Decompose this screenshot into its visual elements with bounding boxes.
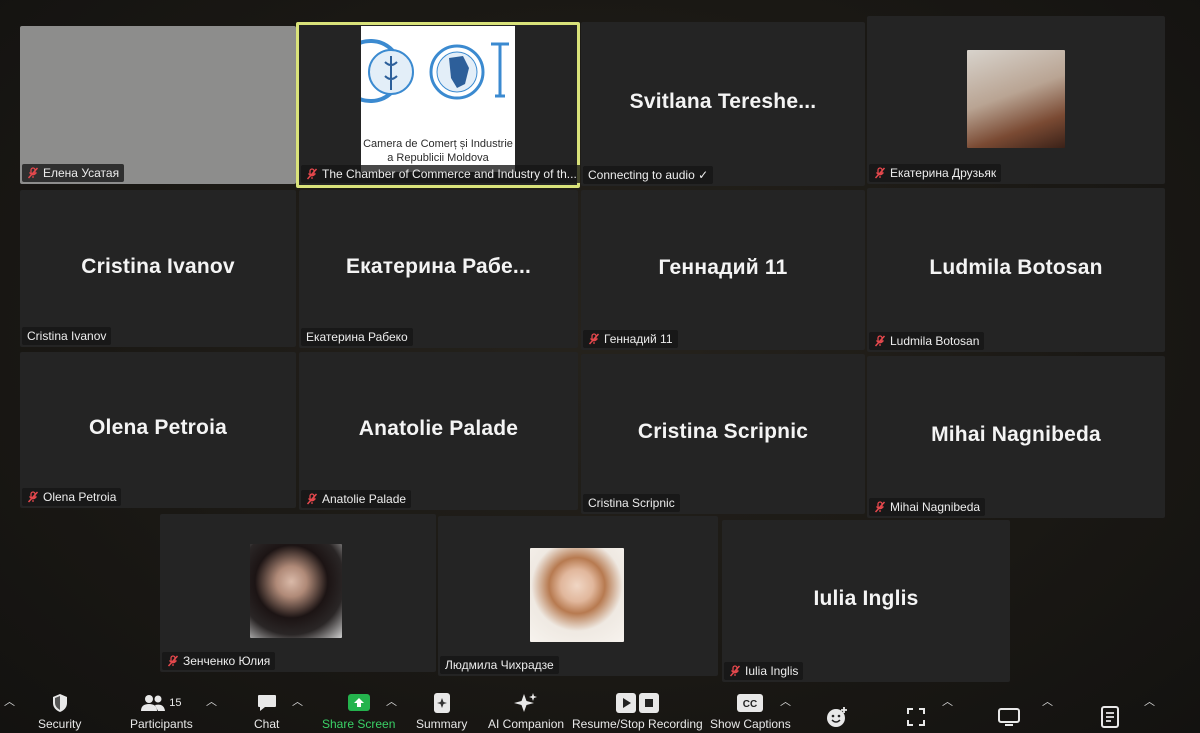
play-icon bbox=[615, 693, 636, 713]
video-tile-cristina-scripnic[interactable]: Cristina Scripnic Cristina Scripnic bbox=[581, 354, 865, 514]
shield-icon bbox=[52, 694, 67, 712]
share-screen-button[interactable]: Share Screen bbox=[322, 692, 395, 731]
closed-captions-icon: CC bbox=[737, 694, 764, 712]
video-tile-ludmila-ch[interactable]: Людмила Чихрадзе bbox=[438, 516, 718, 676]
chamber-logo-text: Camera de Comerț și Industrie a Republic… bbox=[363, 138, 513, 164]
notes-icon bbox=[1101, 706, 1119, 728]
mic-muted-icon bbox=[874, 501, 886, 513]
summary-icon bbox=[433, 693, 450, 713]
chevron-up-icon[interactable]: ︿ bbox=[292, 693, 303, 709]
name-label: Екатерина Друзьяк bbox=[869, 164, 1002, 182]
fullscreen-icon bbox=[907, 708, 925, 726]
participant-name: Iulia Inglis bbox=[813, 587, 919, 611]
ai-companion-button[interactable]: AI Companion bbox=[488, 692, 564, 731]
participant-name: Ludmila Botosan bbox=[929, 256, 1103, 280]
participant-name: Екатерина Рабе... bbox=[345, 255, 532, 279]
chat-icon bbox=[257, 695, 276, 711]
view-button[interactable] bbox=[906, 706, 926, 731]
name-label: Людмила Чихрадзе bbox=[440, 656, 559, 674]
chevron-up-icon[interactable]: ︿ bbox=[942, 693, 953, 709]
video-tile-anatolie[interactable]: Anatolie Palade Anatolie Palade bbox=[299, 352, 578, 510]
mic-muted-icon bbox=[306, 168, 318, 180]
participant-name: Anatolie Palade bbox=[358, 417, 519, 441]
avatar bbox=[967, 50, 1065, 148]
chevron-up-icon[interactable]: ︿ bbox=[206, 693, 217, 709]
security-button[interactable]: Security bbox=[38, 692, 81, 731]
name-label: The Chamber of Commerce and Industry of … bbox=[301, 165, 580, 183]
chamber-logo-icon bbox=[338, 39, 509, 103]
participants-button[interactable]: 15 Participants bbox=[130, 692, 193, 731]
chevron-up-icon[interactable]: ︿ bbox=[780, 693, 791, 709]
avatar bbox=[530, 548, 624, 642]
svg-text:CC: CC bbox=[743, 699, 757, 710]
video-tile-ekaterina-d[interactable]: Екатерина Друзьяк bbox=[867, 16, 1165, 184]
meeting-toolbar: ︿ Security 15 Participants ︿ Chat ︿ Shar… bbox=[0, 687, 1200, 733]
mic-muted-icon bbox=[27, 491, 39, 503]
mic-muted-icon bbox=[27, 167, 39, 179]
name-label: Olena Petroia bbox=[22, 488, 122, 506]
notes-button[interactable] bbox=[1100, 706, 1120, 731]
chat-button[interactable]: Chat bbox=[254, 692, 279, 731]
avatar bbox=[250, 544, 342, 638]
video-tile-ekaterina-r[interactable]: Екатерина Рабе... Екатерина Рабеко bbox=[299, 190, 578, 348]
participant-name: Svitlana Tereshe... bbox=[629, 90, 817, 114]
participant-name: Cristina Scripnic bbox=[637, 420, 809, 444]
mic-muted-icon bbox=[729, 665, 741, 677]
name-label: Cristina Ivanov bbox=[22, 327, 112, 345]
chevron-up-icon[interactable]: ︿ bbox=[1144, 693, 1155, 709]
reactions-button[interactable] bbox=[826, 706, 848, 731]
mic-muted-icon bbox=[874, 335, 886, 347]
name-label: Елена Усатая bbox=[22, 164, 125, 182]
video-tile-iulia[interactable]: Iulia Inglis Iulia Inglis bbox=[722, 520, 1010, 682]
video-tile-svitlana[interactable]: Svitlana Tereshe... Connecting to audio … bbox=[581, 22, 865, 186]
chevron-up-icon[interactable]: ︿ bbox=[386, 693, 397, 709]
name-label: Anatolie Palade bbox=[301, 490, 412, 508]
mic-muted-icon bbox=[167, 655, 179, 667]
mic-muted-icon bbox=[874, 167, 886, 179]
chamber-logo: Camera de Comerț și Industrie a Republic… bbox=[338, 26, 515, 172]
video-tile-gennadiy[interactable]: Геннадий 11 Геннадий 11 bbox=[581, 190, 865, 350]
chevron-up-icon[interactable]: ︿ bbox=[1042, 693, 1053, 709]
monitor-icon bbox=[998, 708, 1020, 726]
stop-icon bbox=[638, 693, 659, 713]
video-tile-olena[interactable]: Olena Petroia Olena Petroia bbox=[20, 352, 296, 508]
video-tile-zenchenko[interactable]: Зенченко Юлия bbox=[160, 514, 436, 672]
participants-icon bbox=[141, 695, 166, 711]
name-label: Геннадий 11 bbox=[583, 330, 678, 348]
screen-button[interactable] bbox=[998, 706, 1020, 731]
participants-count: 15 bbox=[169, 697, 182, 709]
video-tile-cristina-ivanov[interactable]: Cristina Ivanov Cristina Ivanov bbox=[20, 190, 296, 347]
name-label: Mihai Nagnibeda bbox=[869, 498, 986, 516]
mic-muted-icon bbox=[306, 493, 318, 505]
participant-name: Mihai Nagnibeda bbox=[931, 423, 1101, 447]
summary-button[interactable]: Summary bbox=[416, 692, 467, 731]
captions-button[interactable]: CC Show Captions bbox=[710, 692, 791, 731]
mic-muted-icon bbox=[588, 333, 600, 345]
video-tile-mihai[interactable]: Mihai Nagnibeda Mihai Nagnibeda bbox=[867, 356, 1165, 518]
name-label: Зенченко Юлия bbox=[162, 652, 276, 670]
audio-status-label: Connecting to audio ✓ bbox=[583, 166, 714, 184]
ai-sparkle-icon bbox=[514, 693, 538, 712]
video-tile-ludmila[interactable]: Ludmila Botosan Ludmila Botosan bbox=[867, 188, 1165, 352]
video-tile-chamber[interactable]: Camera de Comerț și Industrie a Republic… bbox=[296, 22, 580, 188]
video-tile-elena[interactable]: Елена Усатая bbox=[20, 26, 296, 184]
chevron-up-icon[interactable]: ︿ bbox=[4, 693, 15, 709]
participant-name: Olena Petroia bbox=[89, 416, 227, 440]
participant-name: Геннадий 11 bbox=[658, 256, 788, 280]
reaction-emoji-icon bbox=[827, 707, 847, 727]
recording-button[interactable]: Resume/Stop Recording bbox=[572, 692, 703, 731]
name-label: Екатерина Рабеко bbox=[301, 328, 413, 346]
share-screen-icon bbox=[347, 694, 370, 711]
name-label: Cristina Scripnic bbox=[583, 494, 680, 512]
participant-name: Cristina Ivanov bbox=[81, 254, 235, 278]
name-label: Iulia Inglis bbox=[724, 662, 804, 680]
name-label: Ludmila Botosan bbox=[869, 332, 985, 350]
